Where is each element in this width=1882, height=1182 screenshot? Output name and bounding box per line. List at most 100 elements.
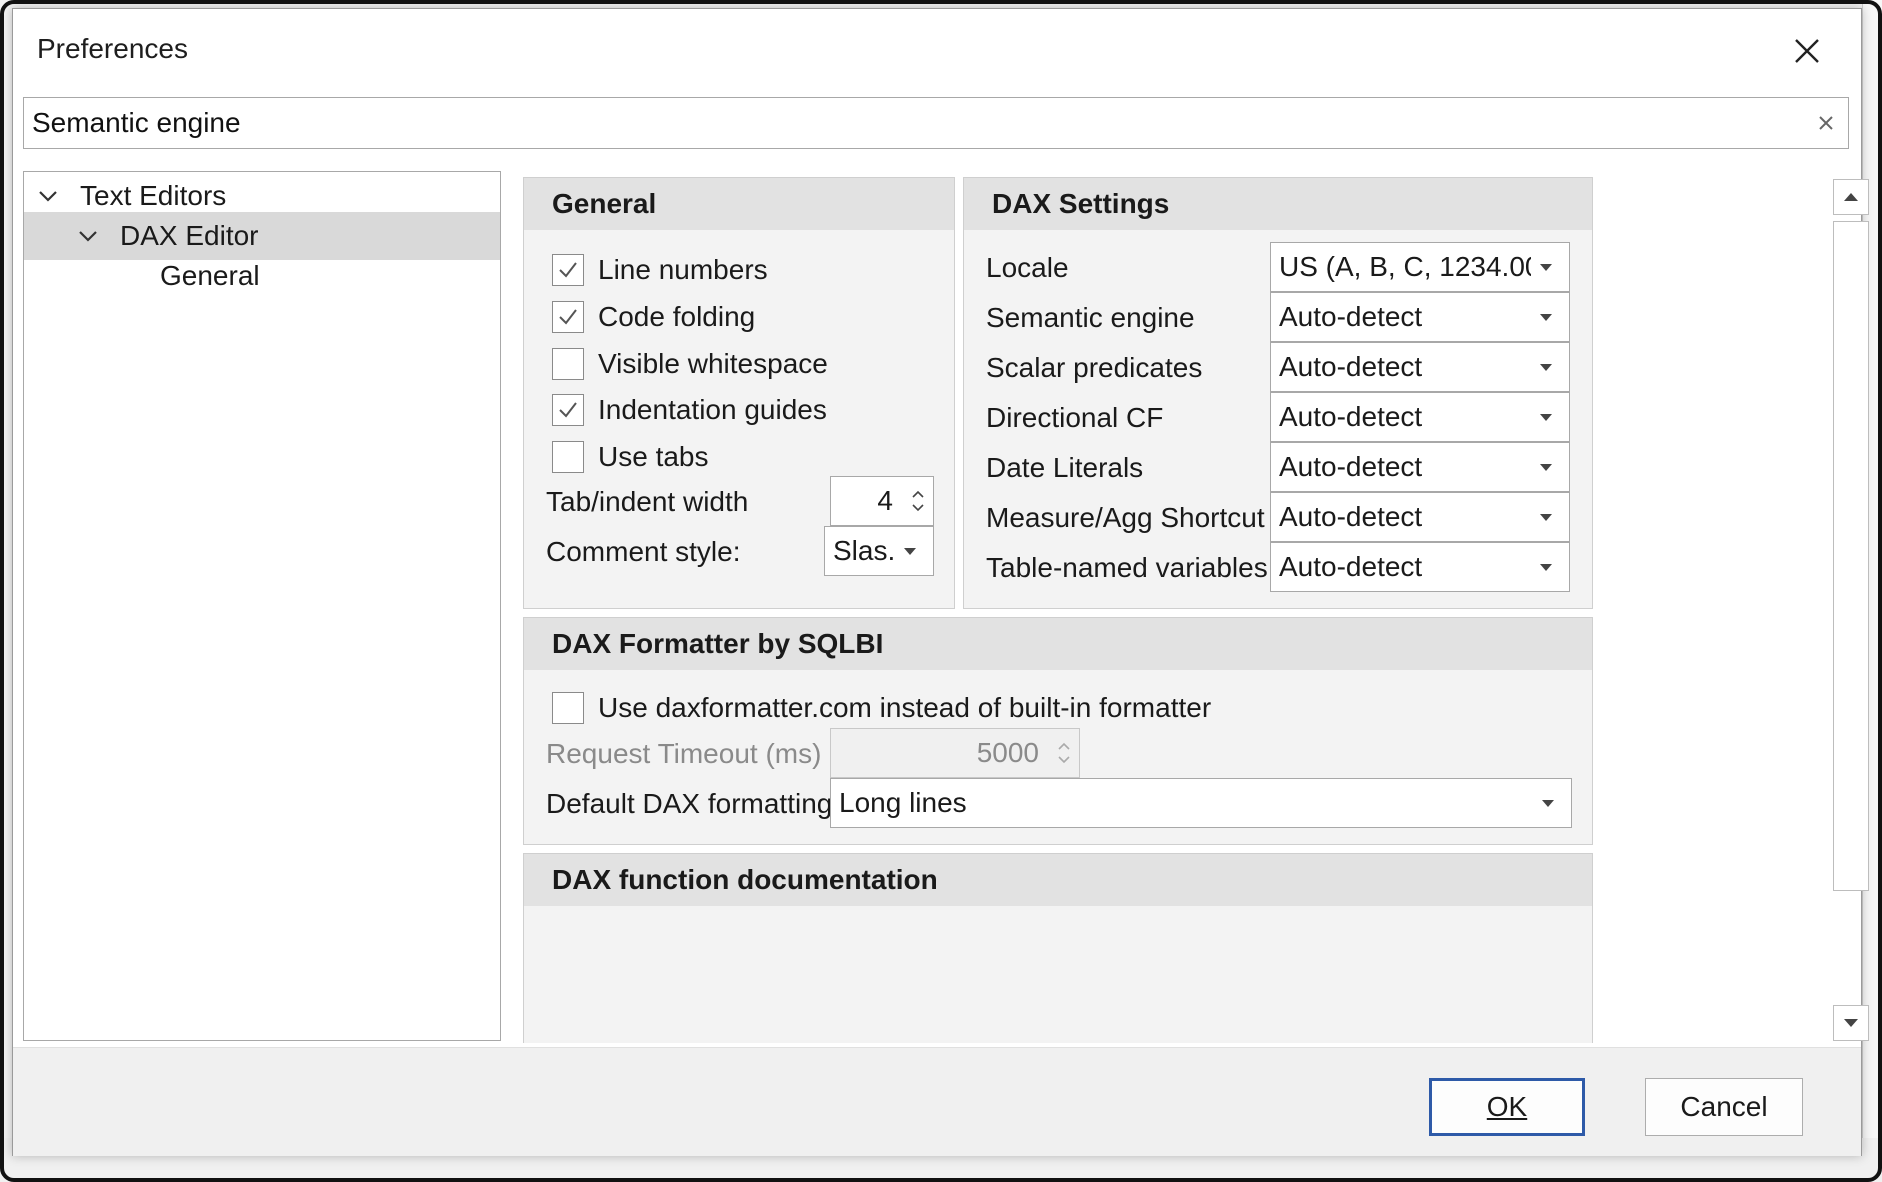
tree-item-label: DAX Editor <box>120 220 259 251</box>
chevron-down-icon <box>1531 313 1561 321</box>
chevron-down-icon <box>1533 799 1563 807</box>
checkbox-box[interactable] <box>552 394 584 426</box>
chevron-down-icon <box>1531 363 1561 371</box>
checkbox-label: Visible whitespace <box>598 348 828 379</box>
chevron-down-icon[interactable] <box>34 182 62 210</box>
checkbox-box[interactable] <box>552 348 584 380</box>
search-input[interactable] <box>24 98 1794 148</box>
dax-setting-value: Auto-detect <box>1279 451 1423 482</box>
scroll-thumb[interactable] <box>1833 221 1869 891</box>
tab-width-value: 4 <box>877 485 893 516</box>
dax-settings-group: DAX Settings Locale US (A, B, C, 1234.00)… <box>963 177 1593 609</box>
ok-button-label: OK <box>1486 1091 1528 1122</box>
line-numbers-checkbox[interactable]: Line numbers <box>552 250 768 290</box>
tree-item-general[interactable]: General <box>24 252 500 300</box>
dax-docs-group: DAX function documentation <box>523 853 1593 1043</box>
default-format-value: Long lines <box>839 787 967 818</box>
dax-setting-label: Semantic engine <box>986 302 1195 333</box>
settings-tree: Text Editors DAX Editor General <box>23 171 501 1041</box>
dax-setting-value: Auto-detect <box>1279 501 1423 532</box>
preferences-dialog: Preferences Text Editors DAX Editor <box>12 8 1869 1156</box>
timeout-value: 5000 <box>976 737 1039 768</box>
dax-setting-dropdown[interactable]: Auto-detect <box>1270 342 1570 392</box>
dialog-title: Preferences <box>37 33 188 64</box>
arrow-up-icon <box>1844 193 1858 201</box>
timeout-spinner[interactable]: 5000 <box>830 728 1080 778</box>
checkbox-box[interactable] <box>552 301 584 333</box>
general-group-header: General <box>524 178 954 230</box>
dax-setting-label: Directional CF <box>986 402 1164 433</box>
general-group: General Line numbers Code folding Visibl… <box>523 177 955 609</box>
clear-icon <box>1819 116 1833 130</box>
checkbox-label: Use daxformatter.com instead of built-in… <box>598 692 1212 723</box>
code-folding-checkbox[interactable]: Code folding <box>552 297 755 337</box>
chevron-down-icon <box>895 547 925 555</box>
dax-formatter-group: DAX Formatter by SQLBI Use daxformatter.… <box>523 617 1593 845</box>
timeout-label: Request Timeout (ms) <box>546 738 822 769</box>
arrow-down-icon <box>1844 1019 1858 1027</box>
spin-down-icon[interactable] <box>1058 756 1070 764</box>
comment-style-label: Comment style: <box>546 536 741 567</box>
checkbox-label: Indentation guides <box>598 394 827 425</box>
search-clear-button[interactable] <box>1812 109 1840 137</box>
checkbox-label: Code folding <box>598 301 756 332</box>
spinner-buttons[interactable] <box>903 490 933 512</box>
dax-setting-label: Locale <box>986 252 1069 283</box>
title-bar: Preferences <box>13 9 1861 91</box>
tab-width-label: Tab/indent width <box>546 486 749 517</box>
dialog-footer: OK Cancel <box>13 1048 1861 1156</box>
dax-setting-dropdown[interactable]: Auto-detect <box>1270 292 1570 342</box>
chevron-down-icon <box>1531 413 1561 421</box>
checkmark-icon <box>559 309 577 325</box>
checkbox-label: Line numbers <box>598 254 768 285</box>
checkmark-icon <box>559 402 577 418</box>
spin-up-icon[interactable] <box>1058 742 1070 750</box>
scroll-down-button[interactable] <box>1833 1005 1869 1041</box>
dax-setting-dropdown[interactable]: Auto-detect <box>1270 542 1570 592</box>
close-button[interactable] <box>1787 31 1827 71</box>
settings-content: General Line numbers Code folding Visibl… <box>523 177 1833 1043</box>
close-icon <box>1795 39 1819 63</box>
comment-style-dropdown[interactable]: Slas... <box>824 526 934 576</box>
dax-setting-value: Auto-detect <box>1279 301 1423 332</box>
default-format-dropdown[interactable]: Long lines <box>830 778 1572 828</box>
chevron-down-icon <box>1531 263 1561 271</box>
checkbox-box[interactable] <box>552 254 584 286</box>
indentation-guides-checkbox[interactable]: Indentation guides <box>552 390 827 430</box>
dax-setting-dropdown[interactable]: US (A, B, C, 1234.00) <box>1270 242 1570 292</box>
spinner-buttons[interactable] <box>1049 742 1079 764</box>
ok-button[interactable]: OK <box>1429 1078 1585 1136</box>
checkbox-box[interactable] <box>552 692 584 724</box>
dax-setting-value: Auto-detect <box>1279 551 1423 582</box>
dax-formatter-header: DAX Formatter by SQLBI <box>524 618 1592 670</box>
default-format-label: Default DAX formatting <box>546 788 833 819</box>
dax-setting-label: Measure/Agg Shortcut <box>986 502 1265 533</box>
spin-up-icon[interactable] <box>912 490 924 498</box>
tab-width-spinner[interactable]: 4 <box>830 476 934 526</box>
dax-settings-header: DAX Settings <box>964 178 1592 230</box>
dax-setting-value: Auto-detect <box>1279 351 1423 382</box>
dax-setting-dropdown[interactable]: Auto-detect <box>1270 492 1570 542</box>
dax-setting-dropdown[interactable]: Auto-detect <box>1270 442 1570 492</box>
comment-style-value: Slas... <box>833 535 895 566</box>
chevron-down-icon[interactable] <box>74 222 102 250</box>
use-tabs-checkbox[interactable]: Use tabs <box>552 437 709 477</box>
chevron-down-icon <box>1531 513 1561 521</box>
dax-docs-header: DAX function documentation <box>524 854 1592 906</box>
use-daxformatter-checkbox[interactable]: Use daxformatter.com instead of built-in… <box>552 688 1211 728</box>
search-field[interactable] <box>23 97 1849 149</box>
scroll-up-button[interactable] <box>1833 179 1869 215</box>
dax-setting-label: Scalar predicates <box>986 352 1203 383</box>
chevron-down-icon <box>1531 463 1561 471</box>
checkbox-box[interactable] <box>552 441 584 473</box>
dax-setting-value: US (A, B, C, 1234.00) <box>1279 251 1531 282</box>
cancel-button[interactable]: Cancel <box>1645 1078 1803 1136</box>
dax-setting-label: Date Literals <box>986 452 1144 483</box>
dax-setting-value: Auto-detect <box>1279 401 1423 432</box>
content-scrollbar[interactable] <box>1833 179 1869 1041</box>
visible-whitespace-checkbox[interactable]: Visible whitespace <box>552 344 828 384</box>
spin-down-icon[interactable] <box>912 504 924 512</box>
dax-setting-label: Table-named variables <box>986 552 1268 583</box>
dax-setting-dropdown[interactable]: Auto-detect <box>1270 392 1570 442</box>
checkbox-label: Use tabs <box>598 441 709 472</box>
